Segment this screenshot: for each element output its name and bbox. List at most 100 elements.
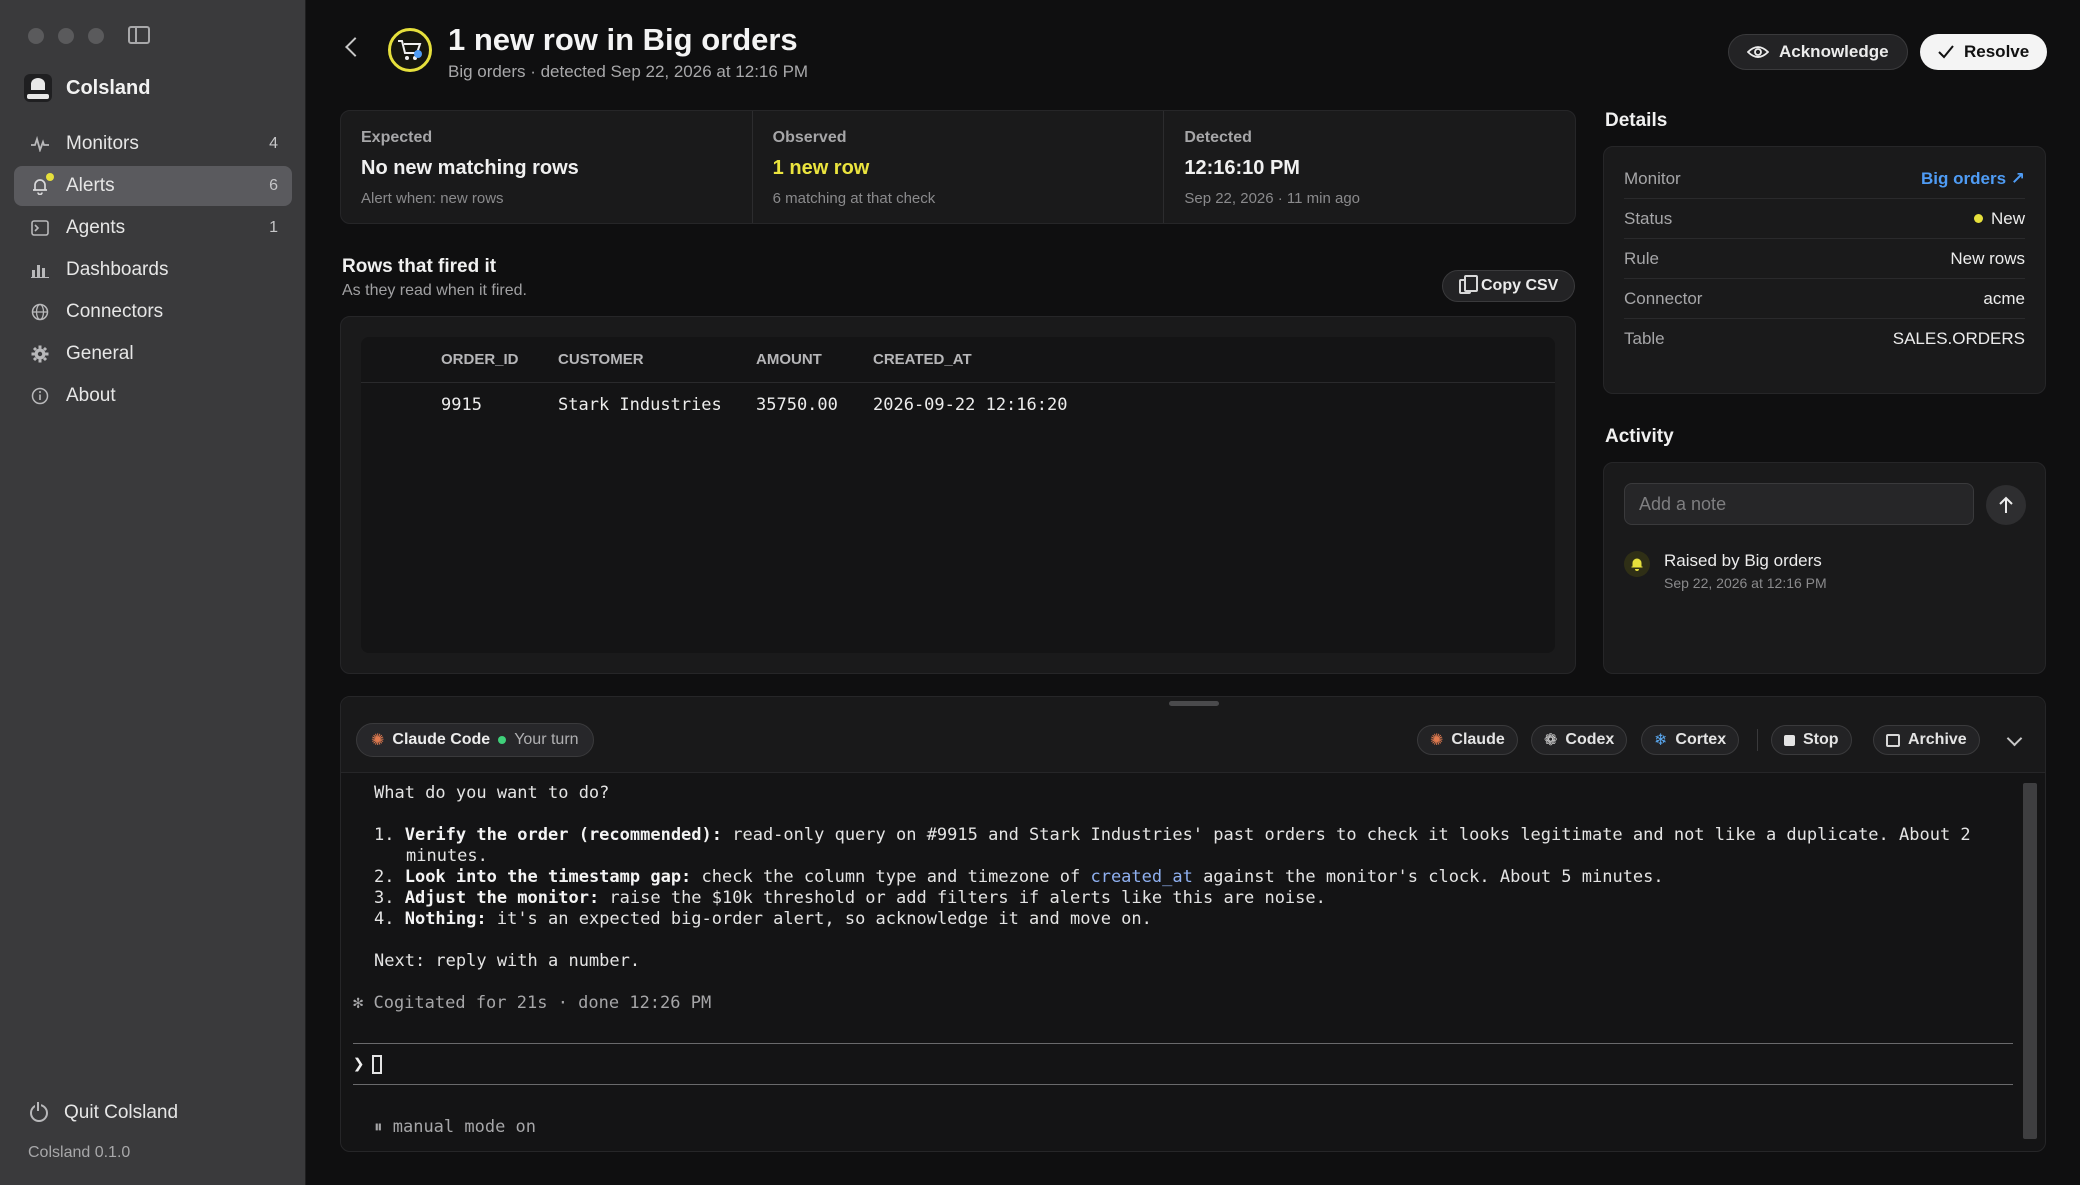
agent-terminal-panel: ✺ Claude Code Your turn ✺ Claude ❁ Codex… (340, 696, 2046, 1152)
status-dot (1973, 214, 1983, 223)
rows-section-title: Rows that fired it (342, 256, 497, 277)
terminal-output: What do you want to do? 1. Verify the or… (341, 783, 2015, 1151)
send-note-button[interactable] (1986, 485, 2026, 525)
column-header[interactable]: CREATED_AT (873, 351, 1173, 368)
stat-expected: Expected No new matching rows Alert when… (341, 111, 753, 223)
window-controls (28, 28, 104, 44)
sidebar-item-connectors[interactable]: Connectors (14, 292, 292, 332)
back-chevron-icon[interactable] (345, 37, 365, 57)
cell-created-at: 2026-09-22 12:16:20 (873, 395, 1068, 415)
activity-panel: Raised by Big orders Sep 22, 2026 at 12:… (1603, 462, 2046, 674)
detail-monitor: Monitor Big orders ↗ (1624, 159, 2025, 199)
collapse-chevron-icon[interactable] (2006, 730, 2023, 747)
page-header: 1 new row in Big orders Big orders · det… (306, 0, 2080, 100)
rows-table: ORDER_ID CUSTOMER AMOUNT CREATED_AT 9915… (361, 337, 1555, 653)
status-dot (498, 736, 507, 744)
eye-icon (1747, 46, 1769, 58)
alert-stats-panel: Expected No new matching rows Alert when… (340, 110, 1576, 224)
note-input[interactable] (1624, 483, 1974, 525)
next-instruction: Next: reply with a number. (374, 951, 641, 971)
sidebar-toggle-icon[interactable] (128, 26, 150, 44)
rows-section-subtitle: As they read when it fired. (342, 282, 527, 299)
claude-spark-icon: ✺ (371, 732, 385, 749)
archive-button[interactable]: Archive (1873, 725, 1980, 755)
details-title: Details (1605, 110, 1668, 131)
close-window-button[interactable] (28, 28, 44, 44)
column-header[interactable]: AMOUNT (756, 351, 873, 368)
bell-icon (30, 173, 54, 196)
cortex-button[interactable]: ❄ Cortex (1641, 725, 1740, 755)
terminal-prompt-input[interactable]: ❯ (353, 1043, 2013, 1085)
mode-indicator: ⏸ manual mode on (374, 1117, 537, 1137)
sidebar-item-dashboards[interactable]: Dashboards (14, 250, 292, 290)
stat-observed: Observed 1 new row 6 matching at that ch… (753, 111, 1165, 223)
sidebar: Colsland Monitors 4 Alerts 6 Agents 1 Da… (0, 0, 306, 1185)
column-header[interactable]: CUSTOMER (558, 351, 756, 368)
activity-item: Raised by Big orders Sep 22, 2026 at 12:… (1624, 551, 1827, 591)
copy-csv-button[interactable]: Copy CSV (1442, 270, 1576, 302)
terminal-scrollbar[interactable] (2023, 783, 2037, 1139)
unread-dot (46, 173, 54, 181)
toolbar-divider (1757, 729, 1758, 751)
terminal-question: What do you want to do? (374, 783, 610, 803)
app-version: Colsland 0.1.0 (28, 1144, 131, 1161)
detail-connector: Connector acme (1624, 279, 2025, 319)
quit-label: Quit Colsland (64, 1102, 179, 1123)
resize-handle[interactable] (1169, 701, 1219, 706)
rows-table-panel: ORDER_ID CUSTOMER AMOUNT CREATED_AT 9915… (340, 316, 1576, 674)
minimize-window-button[interactable] (58, 28, 74, 44)
cell-customer: Stark Industries (558, 395, 722, 415)
bell-icon (1624, 551, 1650, 577)
power-icon (30, 1102, 48, 1122)
sidebar-nav: Monitors 4 Alerts 6 Agents 1 Dashboards (14, 124, 292, 418)
sidebar-item-monitors[interactable]: Monitors 4 (14, 124, 292, 164)
column-header[interactable]: ORDER_ID (441, 351, 558, 368)
session-pill[interactable]: ✺ Claude Code Your turn (356, 723, 594, 757)
claude-button[interactable]: ✺ Claude (1417, 725, 1518, 755)
text-cursor (372, 1054, 383, 1074)
pulse-icon (30, 134, 50, 154)
claude-spark-icon: ✺ (1430, 732, 1444, 749)
archive-icon (1886, 733, 1900, 747)
stop-button[interactable]: Stop (1771, 725, 1852, 755)
arrow-up-icon (1999, 496, 2013, 513)
page-title: 1 new row in Big orders (448, 22, 798, 57)
page-subtitle: Big orders · detected Sep 22, 2026 at 12… (448, 62, 809, 81)
zoom-window-button[interactable] (88, 28, 104, 44)
activity-title: Activity (1605, 426, 1674, 447)
cogitated-status: ✻ Cogitated for 21s · done 12:26 PM (353, 993, 712, 1013)
codex-button[interactable]: ❁ Codex (1531, 725, 1628, 755)
info-icon (30, 386, 50, 406)
terminal-toolbar: ✺ Claude Code Your turn ✺ Claude ❁ Codex… (341, 697, 2045, 773)
option-1: 1. Verify the order (recommended): read-… (374, 825, 1971, 845)
quit-button[interactable]: Quit Colsland (30, 1102, 178, 1124)
sidebar-item-alerts[interactable]: Alerts 6 (14, 166, 292, 206)
option-3: 3. Adjust the monitor: raise the $10k th… (374, 888, 1326, 908)
detail-table: Table SALES.ORDERS (1624, 329, 2025, 348)
sidebar-item-agents[interactable]: Agents 1 (14, 208, 292, 248)
cell-order-id: 9915 (441, 395, 482, 415)
gear-icon (30, 344, 50, 364)
brand: Colsland (24, 74, 150, 102)
codex-icon: ❁ (1544, 732, 1558, 749)
detail-rule: Rule New rows (1624, 239, 2025, 279)
cell-amount: 35750.00 (756, 395, 838, 415)
table-row[interactable]: 9915 Stark Industries 35750.00 2026-09-2… (361, 383, 1555, 427)
prompt-chevron-icon: ❯ (353, 1053, 365, 1075)
sidebar-item-general[interactable]: General (14, 334, 292, 374)
globe-icon (30, 302, 50, 322)
cart-alert-icon (388, 28, 432, 72)
details-panel: Monitor Big orders ↗ Status New Rule New… (1603, 146, 2046, 394)
snowflake-icon: ❄ (1654, 732, 1668, 749)
island-logo-icon (24, 74, 52, 102)
option-4: 4. Nothing: it's an expected big-order a… (374, 909, 1152, 929)
table-header-row: ORDER_ID CUSTOMER AMOUNT CREATED_AT (361, 337, 1555, 383)
terminal-icon (30, 218, 50, 238)
brand-name: Colsland (66, 76, 151, 99)
detail-status: Status New (1624, 199, 2025, 239)
resolve-button[interactable]: Resolve (1920, 34, 2048, 70)
stop-icon (1784, 734, 1795, 746)
monitor-link[interactable]: Big orders ↗ (1921, 169, 2025, 189)
sidebar-item-about[interactable]: About (14, 376, 292, 416)
acknowledge-button[interactable]: Acknowledge (1728, 34, 1908, 70)
